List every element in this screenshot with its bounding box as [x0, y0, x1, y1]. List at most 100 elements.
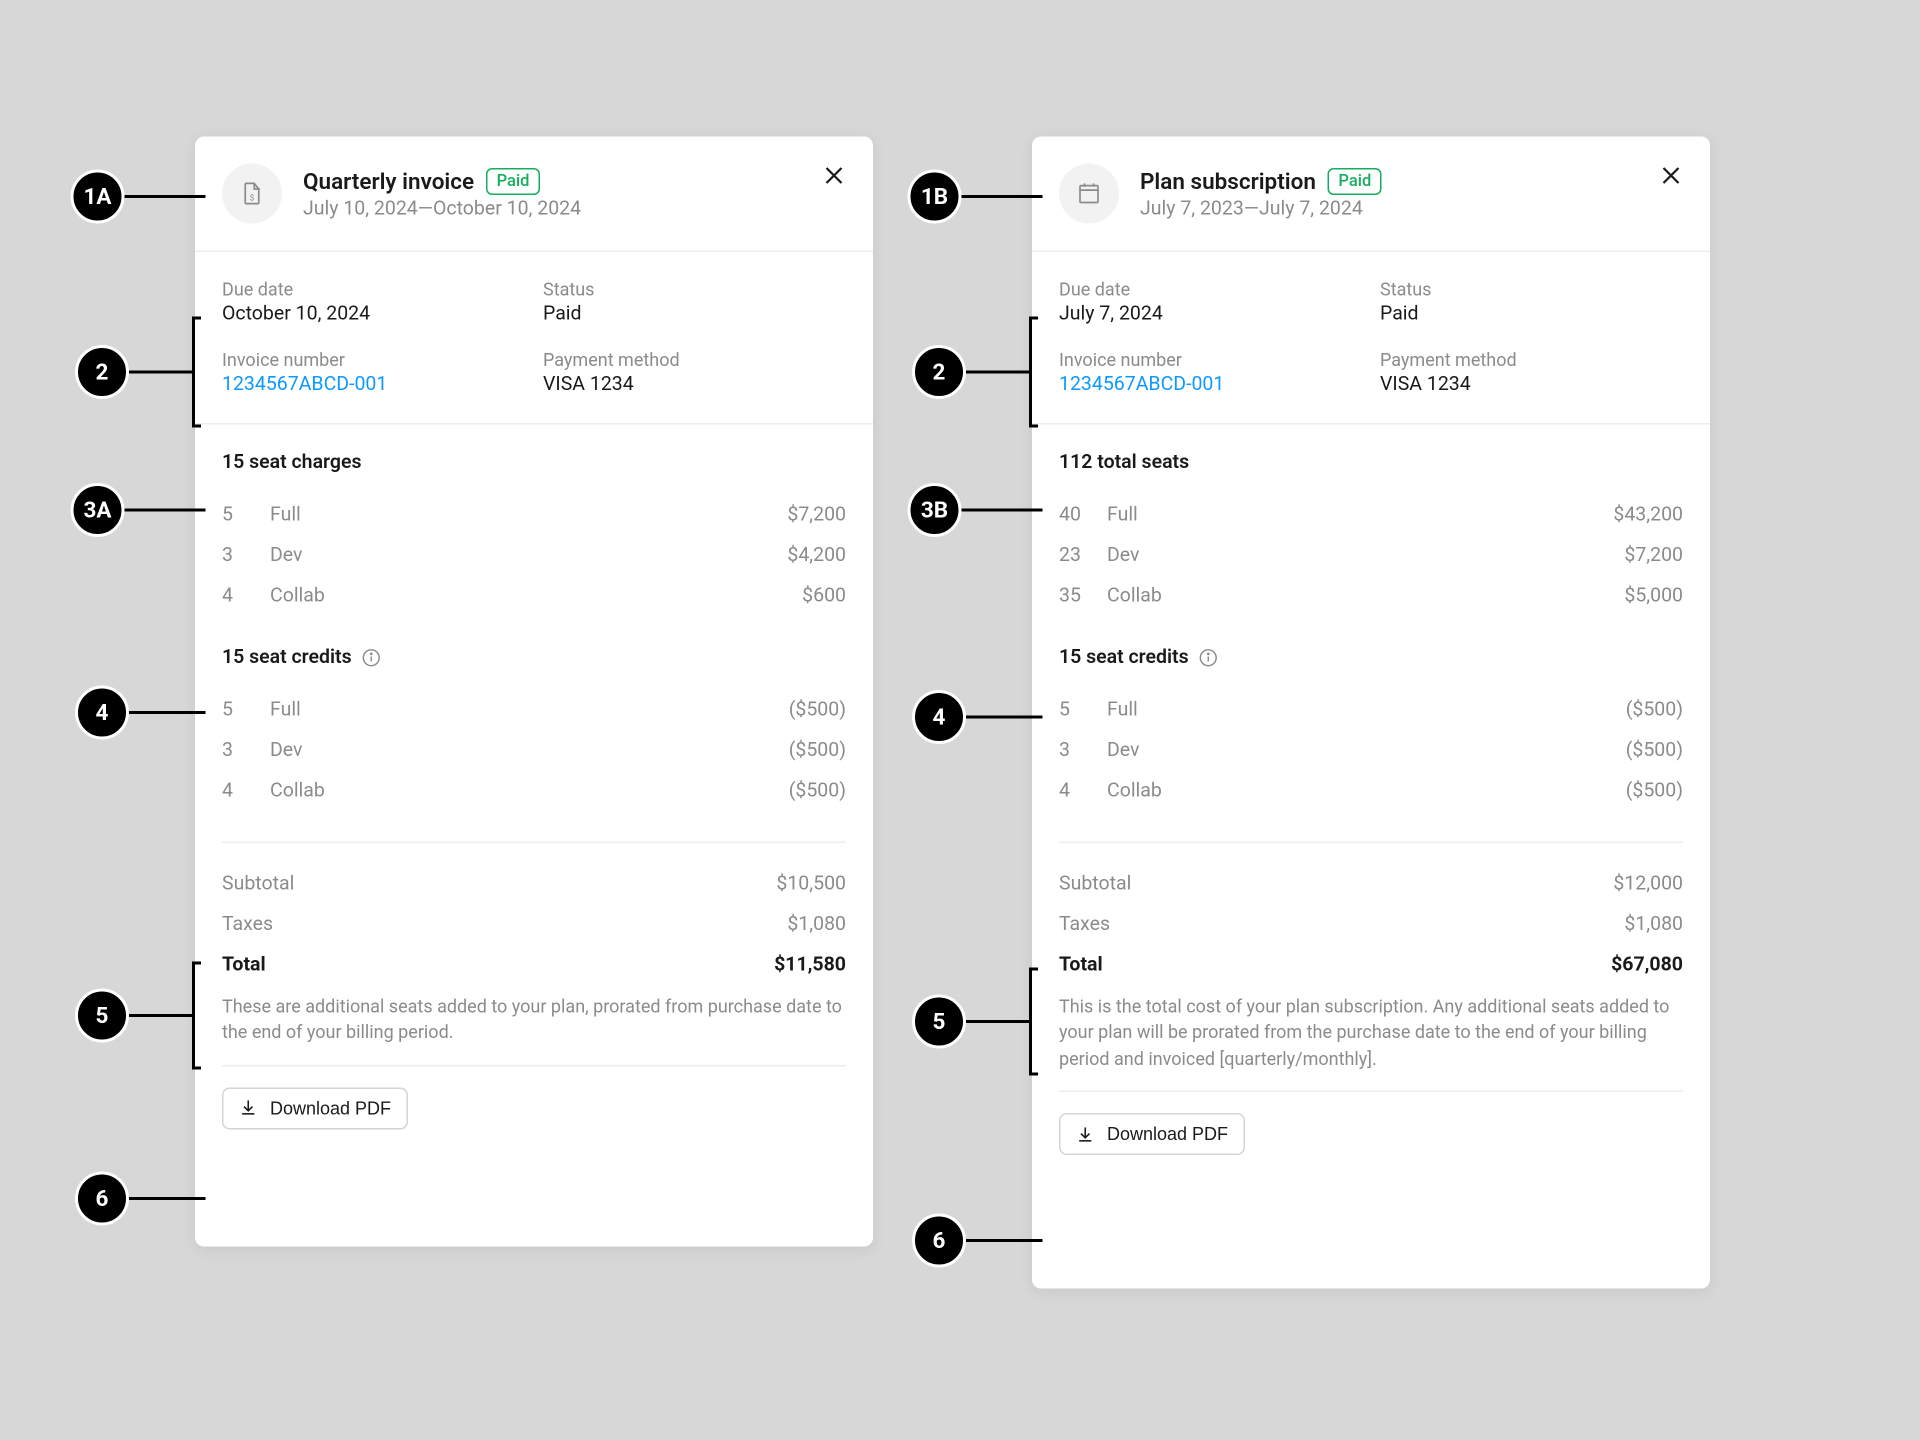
callout-line	[966, 371, 1032, 374]
subtotal-row: Subtotal $10,500	[222, 864, 846, 905]
callout-5-left: 5	[75, 962, 201, 1070]
invoice-number-link[interactable]: 1234567ABCD-001	[1059, 374, 1362, 397]
subtotal-value: $10,500	[776, 873, 846, 896]
line-item: 3Dev $4,200	[222, 536, 846, 577]
line-item: 40Full $43,200	[1059, 495, 1683, 536]
line-name: Collab	[1107, 780, 1162, 803]
date-range: July 10, 2024—October 10, 2024	[303, 197, 581, 220]
download-pdf-button[interactable]: Download PDF	[1059, 1113, 1245, 1155]
footer-section: Download PDF	[222, 1065, 846, 1157]
footer-section: Download PDF	[1059, 1091, 1683, 1183]
line-value: ($500)	[1626, 699, 1683, 722]
callout-6-left: 6	[75, 1172, 206, 1226]
total-value: $67,080	[1611, 954, 1683, 977]
line-qty: 3	[222, 545, 255, 568]
callout-3b: 3B	[908, 483, 1043, 537]
meta-label: Status	[1380, 279, 1683, 300]
line-item: 35Collab $5,000	[1059, 576, 1683, 617]
meta-section: Due date October 10, 2024 Status Paid In…	[195, 252, 873, 425]
card-header: Plan subscription Paid July 7, 2023—July…	[1032, 137, 1710, 253]
line-value: $4,200	[787, 545, 846, 568]
section-title-text: 15 seat charges	[222, 452, 362, 475]
meta-value: VISA 1234	[543, 374, 846, 397]
invoice-card-quarterly: $ Quarterly invoice Paid July 10, 2024—O…	[195, 137, 873, 1247]
line-name: Collab	[270, 585, 325, 608]
total-label: Total	[222, 954, 266, 977]
section-title-text: 15 seat credits	[1059, 647, 1189, 670]
callout-line	[962, 509, 1043, 512]
invoice-number-link[interactable]: 1234567ABCD-001	[222, 374, 525, 397]
callout-dot: 3A	[71, 483, 125, 537]
download-label: Download PDF	[270, 1098, 391, 1119]
callout-dot: 4	[912, 690, 966, 744]
meta-value: Paid	[543, 303, 846, 326]
line-qty: 4	[222, 585, 255, 608]
invoice-card-subscription: Plan subscription Paid July 7, 2023—July…	[1032, 137, 1710, 1289]
line-item: 4 Collab $600	[222, 576, 846, 617]
info-icon[interactable]	[361, 647, 382, 668]
seat-credits-list: 5Full ($500) 3Dev ($500) 4Collab ($500)	[222, 690, 846, 812]
callout-1b: 1B	[908, 170, 1043, 224]
line-item: 23Dev $7,200	[1059, 536, 1683, 577]
meta-value: VISA 1234	[1380, 374, 1683, 397]
line-value: ($500)	[789, 740, 846, 763]
card-title: Plan subscription	[1140, 167, 1316, 194]
line-item: 5Full ($500)	[1059, 690, 1683, 731]
close-button[interactable]	[816, 158, 852, 194]
line-value: ($500)	[789, 699, 846, 722]
totals-section: Subtotal $10,500 Taxes $1,080 Total $11,…	[222, 842, 846, 1047]
total-seats-title: 112 total seats	[1059, 452, 1683, 475]
meta-label: Invoice number	[1059, 350, 1362, 371]
download-icon	[1076, 1125, 1096, 1145]
calendar-icon	[1059, 164, 1119, 224]
line-value: $600	[802, 585, 846, 608]
callout-1a: 1A	[71, 170, 206, 224]
subtotal-label: Subtotal	[1059, 873, 1131, 896]
info-icon[interactable]	[1198, 647, 1219, 668]
callout-dot: 4	[75, 686, 129, 740]
taxes-label: Taxes	[1059, 914, 1110, 937]
invoice-file-icon: $	[222, 164, 282, 224]
meta-label: Status	[543, 279, 846, 300]
download-pdf-button[interactable]: Download PDF	[222, 1087, 408, 1129]
meta-payment-method: Payment method VISA 1234	[543, 350, 846, 397]
line-value: ($500)	[1626, 740, 1683, 763]
meta-label: Payment method	[1380, 350, 1683, 371]
totals-section: Subtotal $12,000 Taxes $1,080 Total $67,…	[1059, 842, 1683, 1073]
meta-label: Due date	[1059, 279, 1362, 300]
line-value: $7,200	[1624, 545, 1683, 568]
section-title-text: 15 seat credits	[222, 647, 352, 670]
line-value: $43,200	[1613, 504, 1683, 527]
total-label: Total	[1059, 954, 1103, 977]
line-name: Dev	[270, 740, 302, 763]
seat-credits-list: 5Full ($500) 3Dev ($500) 4 Collab ($500)	[1059, 690, 1683, 812]
seat-charges-list: 40Full $43,200 23Dev $7,200 35Collab $5,…	[1059, 495, 1683, 617]
meta-status: Status Paid	[543, 279, 846, 326]
download-icon	[239, 1098, 259, 1118]
line-qty: 4	[222, 780, 255, 803]
callout-line	[962, 195, 1043, 198]
line-name: Dev	[1107, 740, 1139, 763]
line-name: Collab	[270, 780, 325, 803]
line-qty: 4	[1059, 780, 1092, 803]
callout-dot: 1A	[71, 170, 125, 224]
callout-6-right: 6	[912, 1214, 1043, 1268]
card-header: $ Quarterly invoice Paid July 10, 2024—O…	[195, 137, 873, 253]
callout-dot: 6	[912, 1214, 966, 1268]
seat-credits-title: 15 seat credits	[222, 647, 846, 670]
line-item: 5Full $7,200	[222, 495, 846, 536]
meta-value: Paid	[1380, 303, 1683, 326]
callout-5-right: 5	[912, 968, 1038, 1076]
seat-charges-title: 15 seat charges	[222, 452, 846, 475]
meta-due-date: Due date October 10, 2024	[222, 279, 525, 326]
line-qty: 35	[1059, 585, 1092, 608]
callout-line	[129, 1014, 195, 1017]
line-name: Full	[1107, 699, 1138, 722]
line-name: Collab	[1107, 585, 1162, 608]
line-qty: 40	[1059, 504, 1092, 527]
section-title-text: 112 total seats	[1059, 452, 1189, 475]
callout-line	[129, 371, 195, 374]
line-item: 3Dev ($500)	[1059, 731, 1683, 772]
close-button[interactable]	[1653, 158, 1689, 194]
meta-payment-method: Payment method VISA 1234	[1380, 350, 1683, 397]
